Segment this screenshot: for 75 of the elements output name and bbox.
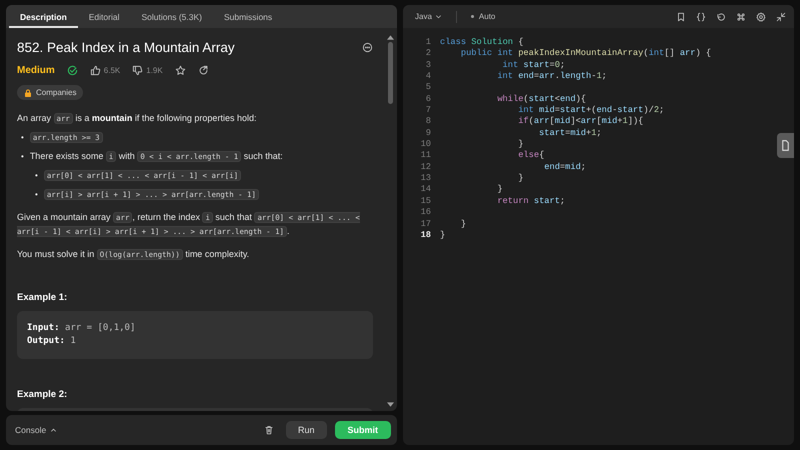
code-line: return start;: [496, 196, 566, 208]
code-line: int start=0;: [502, 60, 566, 72]
dislike-count: 1.9K: [146, 66, 163, 75]
line-number: 10: [420, 139, 432, 150]
thumbs-down-icon[interactable]: [132, 65, 144, 76]
scrollbar-thumb[interactable]: [388, 42, 392, 104]
bookmark-icon[interactable]: [676, 12, 686, 22]
companies-tag[interactable]: Companies: [17, 85, 84, 100]
undo-icon[interactable]: [716, 12, 726, 22]
chat-bubble-icon[interactable]: [362, 42, 373, 53]
caret-down-icon: [434, 13, 442, 20]
scroll-up-icon[interactable]: [386, 35, 394, 40]
example-heading: Example 2:: [17, 388, 68, 400]
lock-icon: [24, 88, 32, 96]
line-number: 7: [424, 105, 432, 116]
bullet: •: [35, 170, 38, 182]
line-number: 16: [420, 207, 432, 218]
line-number: 17: [420, 218, 432, 230]
language-selector[interactable]: Java: [411, 12, 448, 21]
line-number: 2: [424, 48, 432, 60]
code-line: end=mid;: [543, 162, 586, 174]
braces-icon[interactable]: [696, 12, 706, 22]
line-number: 9: [424, 128, 432, 140]
code-line: if(arr[mid]<arr[mid+1]){: [517, 116, 644, 128]
line-number: 15: [420, 196, 432, 208]
line-number: 3: [424, 60, 432, 72]
line-number: 6: [424, 94, 432, 106]
line-number: 11: [420, 150, 432, 162]
scroll-down-icon[interactable]: [386, 402, 394, 407]
example-line: Output: 1: [27, 334, 77, 348]
share-icon[interactable]: [198, 65, 209, 76]
code-line: int mid=start+(end-start)/2;: [517, 105, 664, 116]
caret-up-icon: [50, 426, 58, 434]
auto-mode-toggle[interactable]: Auto: [464, 11, 502, 22]
code-line: }: [517, 173, 524, 184]
notes-button[interactable]: [777, 133, 794, 158]
example-heading: Example 1:: [17, 292, 68, 302]
code-line: else{: [517, 150, 544, 162]
code-line: start=mid+1;: [538, 128, 602, 140]
panel-tab[interactable]: Solutions (5.3K): [130, 5, 213, 28]
trash-icon[interactable]: [264, 425, 274, 435]
code-line: class Solution {: [440, 37, 524, 48]
settings-icon[interactable]: [756, 12, 766, 22]
panel-tab[interactable]: Editorial: [78, 5, 130, 28]
code-line: }: [460, 218, 466, 230]
panel-tab[interactable]: Submissions: [212, 5, 284, 28]
like-count: 6.5K: [104, 66, 120, 75]
bullet: •: [21, 151, 24, 163]
line-number: 5: [424, 82, 432, 94]
bullet: •: [21, 132, 24, 144]
code-line: public int peakIndexInMountainArray(int[] arr) {: [460, 48, 712, 60]
line-number: 12: [420, 162, 432, 174]
code-line: }: [496, 184, 503, 196]
line-number: 1: [424, 37, 432, 48]
problem-title: 852. Peak Index in a Mountain Array: [17, 40, 235, 55]
code-line: int end=arr.length-1;: [496, 71, 607, 82]
line-number: 8: [424, 116, 432, 128]
console-toggle[interactable]: Console: [15, 425, 58, 435]
code-line: }: [440, 230, 446, 242]
run-button[interactable]: Run: [286, 421, 326, 439]
difficulty-label: Medium: [17, 65, 55, 76]
star-icon[interactable]: [174, 65, 186, 76]
line-number: 13: [420, 173, 432, 184]
command-key-icon[interactable]: [736, 12, 746, 22]
panel-tab[interactable]: Description: [9, 5, 78, 28]
thumbs-up-icon[interactable]: [90, 65, 101, 76]
document-icon: [781, 140, 790, 151]
bullet: •: [35, 189, 38, 201]
line-number: 18: [420, 230, 432, 242]
collapse-icon[interactable]: [776, 12, 786, 22]
code-line: }: [517, 139, 524, 150]
example-line: Input: arr = [0,1,0]: [27, 322, 136, 334]
line-number: 14: [420, 184, 432, 196]
line-number: 4: [424, 71, 432, 82]
code-line: while(start<end){: [496, 94, 586, 106]
